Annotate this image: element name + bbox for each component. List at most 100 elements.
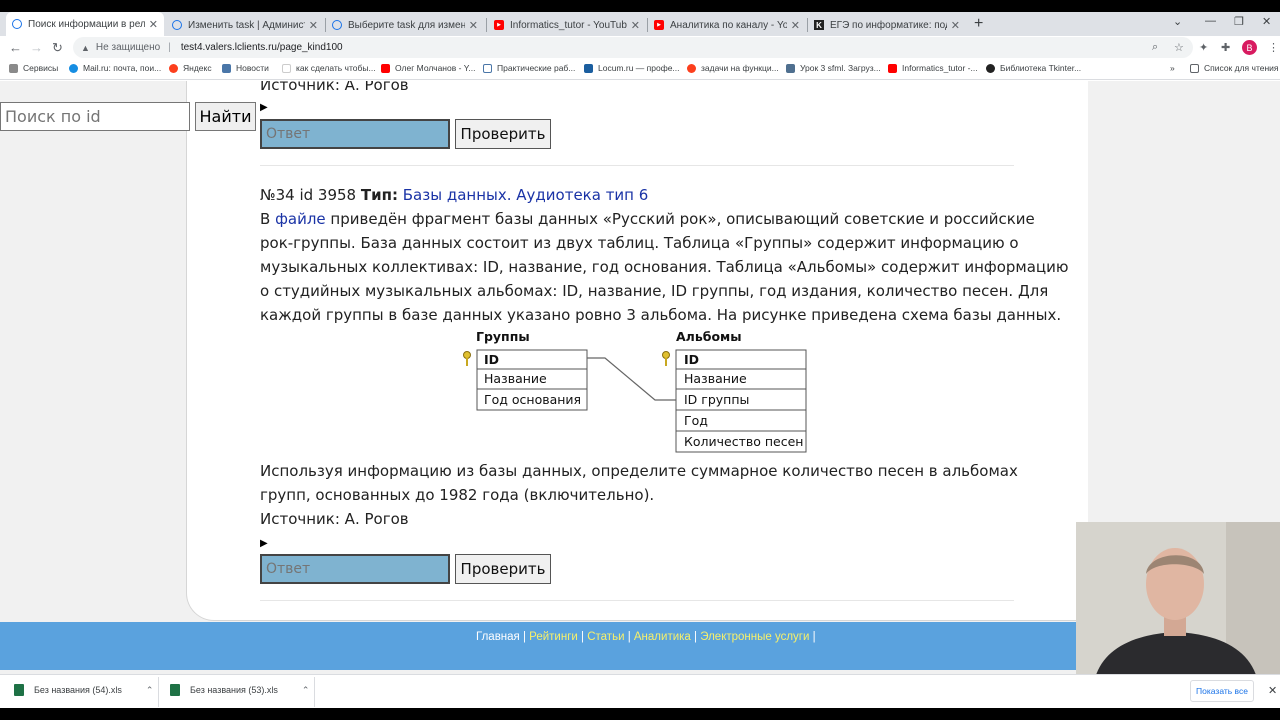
avatar[interactable]: B xyxy=(1242,40,1257,55)
star-icon[interactable]: ☆ xyxy=(1174,41,1184,54)
back-arrow-icon[interactable]: ← xyxy=(9,40,22,55)
footer-link-articles[interactable]: Статьи xyxy=(587,631,624,643)
vk-icon xyxy=(222,63,231,73)
new-tab-plus-icon[interactable]: + xyxy=(974,15,983,33)
presenter-video xyxy=(1076,522,1280,674)
youtube-icon: ▶ xyxy=(654,20,664,30)
bookmark-locum[interactable]: Locum.ru — профе... xyxy=(584,63,680,73)
chevron-up-icon[interactable]: ⌃ xyxy=(302,685,310,696)
globe-icon xyxy=(172,20,182,30)
reading-list-icon xyxy=(1190,63,1199,73)
page-viewport: Найти Источник: А. Рогов ▶ Проверить №34… xyxy=(0,81,1280,674)
task-line-3: музыкальных коллективах: ID, название, г… xyxy=(260,258,1069,276)
reload-icon[interactable]: ↻ xyxy=(52,40,63,56)
bookmark-mailru[interactable]: Mail.ru: почта, пои... xyxy=(69,63,161,73)
forward-arrow-icon[interactable]: → xyxy=(30,40,43,55)
excel-file-icon xyxy=(170,684,180,696)
reading-list[interactable]: Список для чтения xyxy=(1190,63,1279,73)
apps-grid-icon xyxy=(9,63,18,73)
file-link[interactable]: файле xyxy=(275,210,326,228)
find-button[interactable]: Найти xyxy=(195,102,256,131)
window-close-icon[interactable]: ✕ xyxy=(1262,15,1271,28)
footer-link-services[interactable]: Электронные услуги xyxy=(700,631,809,643)
document-icon xyxy=(483,63,492,73)
expand-triangle-icon[interactable]: ▶ xyxy=(260,102,268,113)
tab-edit-task[interactable]: Изменить task | Администрати ✕ xyxy=(166,14,324,36)
close-icon[interactable]: ✕ xyxy=(791,19,800,32)
bookmark-molchanov[interactable]: Олег Молчанов - Y... xyxy=(381,63,475,73)
answer-input[interactable] xyxy=(260,554,450,584)
check-button[interactable]: Проверить xyxy=(455,554,551,584)
download-item[interactable]: Без названия (53).xls ⌃ xyxy=(170,684,309,696)
relation-line xyxy=(587,357,676,401)
albums-field: ID xyxy=(684,352,699,367)
bookmark-news[interactable]: Новости xyxy=(222,63,269,73)
close-icon[interactable]: ✕ xyxy=(309,19,318,32)
albums-field: Количество песен xyxy=(684,434,803,449)
bookmark-how-to[interactable]: как сделать чтобы... xyxy=(282,63,376,73)
bookmark-sfml[interactable]: Урок 3 sfml. Загруз... xyxy=(786,63,881,73)
bookmark-informatics-tutor[interactable]: Informatics_tutor -... xyxy=(888,63,978,73)
address-bar[interactable]: ▲ Не защищено | test4.valers.lclients.ru… xyxy=(73,37,1193,58)
task-type-link[interactable]: Базы данных. Аудиотека тип 6 xyxy=(403,186,649,204)
bookmark-functions[interactable]: задачи на функци... xyxy=(687,63,779,73)
puzzle-icon[interactable]: ✚ xyxy=(1221,41,1230,54)
tab-ege-informatics[interactable]: K ЕГЭ по информатике: подготов ✕ xyxy=(808,14,966,36)
show-all-downloads-button[interactable]: Показать все xyxy=(1190,680,1254,702)
groups-field: Год основания xyxy=(484,392,581,407)
albums-field: Год xyxy=(684,413,708,428)
locum-icon xyxy=(584,63,593,73)
key-icon xyxy=(463,351,471,366)
divider xyxy=(260,165,1014,166)
close-downloads-icon[interactable]: ✕ xyxy=(1268,684,1277,697)
chevron-up-icon[interactable]: ⌃ xyxy=(146,685,154,696)
tab-informatics-youtube[interactable]: ▶ Informatics_tutor - YouTube ✕ xyxy=(488,14,646,36)
minimize-icon[interactable]: — xyxy=(1205,15,1216,27)
tab-youtube-analytics[interactable]: ▶ Аналитика по каналу - YouTube ✕ xyxy=(648,14,806,36)
tab-search-icon[interactable]: ⌄ xyxy=(1173,15,1182,28)
download-bar: Без названия (54).xls ⌃ Без названия (53… xyxy=(0,674,1280,708)
task-type-label: Тип: xyxy=(360,186,398,204)
footer-link-home[interactable]: Главная xyxy=(476,631,520,643)
prev-answer-input[interactable] xyxy=(260,119,450,149)
question-line-1: Используя информацию из базы данных, опр… xyxy=(260,462,1018,480)
menu-icon[interactable]: ⋮ xyxy=(1268,41,1279,54)
globe-icon xyxy=(332,20,342,30)
bookmark-practical[interactable]: Практические раб... xyxy=(483,63,575,73)
url-text: test4.valers.lclients.ru/page_kind100 xyxy=(180,42,343,53)
bookmark-yandex[interactable]: Яндекс xyxy=(169,63,212,73)
tkinter-icon xyxy=(986,63,995,73)
tab-choose-task[interactable]: Выберите task для изменения | ✕ xyxy=(326,14,484,36)
bookmark-services[interactable]: Сервисы xyxy=(9,63,58,73)
k-icon: K xyxy=(814,20,824,30)
yandex-icon xyxy=(687,63,696,73)
task-line-2: рок-группы. База данных состоит из двух … xyxy=(260,234,1019,252)
footer-link-analytics[interactable]: Аналитика xyxy=(634,631,691,643)
extension-icon[interactable]: ✦ xyxy=(1199,41,1208,54)
close-icon[interactable]: ✕ xyxy=(951,19,960,32)
bookmark-tkinter[interactable]: Библиотека Tkinter... xyxy=(986,63,1081,73)
close-icon[interactable]: ✕ xyxy=(149,18,158,31)
bookmarks-more[interactable]: » xyxy=(1170,63,1175,73)
zoom-icon[interactable]: ⌕ xyxy=(1152,41,1158,54)
groups-field: Название xyxy=(484,371,547,386)
footer-link-ratings[interactable]: Рейтинги xyxy=(529,631,578,643)
restore-icon[interactable]: ❐ xyxy=(1234,15,1244,28)
expand-triangle-icon[interactable]: ▶ xyxy=(260,538,268,549)
close-icon[interactable]: ✕ xyxy=(469,19,478,32)
globe-icon xyxy=(12,19,22,29)
mailru-icon xyxy=(69,63,78,73)
groups-field: ID xyxy=(484,352,499,367)
google-icon xyxy=(282,63,291,73)
search-id-input[interactable] xyxy=(0,102,190,131)
footer-nav: Главная | Рейтинги | Статьи | Аналитика … xyxy=(476,631,816,643)
task-header: №34 id 3958 Тип: Базы данных. Аудиотека … xyxy=(260,183,648,207)
youtube-icon xyxy=(381,63,390,73)
prev-check-button[interactable]: Проверить xyxy=(455,119,551,149)
site-footer: Главная | Рейтинги | Статьи | Аналитика … xyxy=(0,622,1076,670)
download-item[interactable]: Без названия (54).xls ⌃ xyxy=(14,684,153,696)
security-label: Не защищено xyxy=(95,42,161,53)
database-schema: Группы ID Название Год основания Альбомы… xyxy=(463,329,807,453)
close-icon[interactable]: ✕ xyxy=(631,19,640,32)
tab-search-info[interactable]: Поиск информации в реляцион ✕ xyxy=(6,12,164,36)
